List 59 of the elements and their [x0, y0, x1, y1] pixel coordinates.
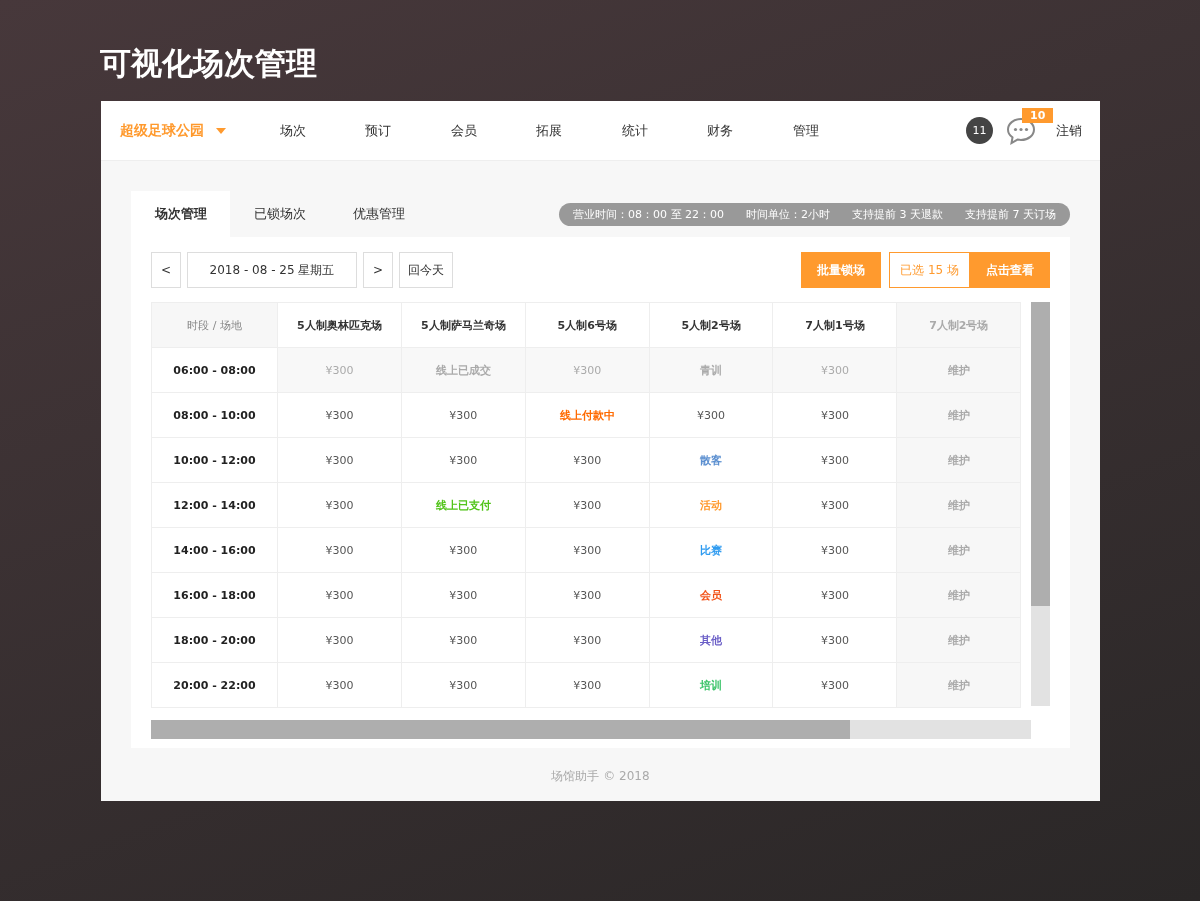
- price-cell[interactable]: ¥300: [525, 618, 650, 663]
- next-day-button[interactable]: >: [363, 252, 393, 288]
- price-cell[interactable]: ¥300: [401, 438, 526, 483]
- time-cell: 12:00 - 14:00: [152, 483, 278, 528]
- price-cell[interactable]: ¥300: [278, 438, 402, 483]
- nav-link[interactable]: 拓展: [506, 121, 592, 140]
- nav-link[interactable]: 财务: [677, 121, 763, 140]
- info-text: 时间单位：2小时: [746, 206, 830, 222]
- status-cell[interactable]: 散客: [649, 438, 774, 483]
- nav-link[interactable]: 预订: [335, 121, 421, 140]
- status-cell[interactable]: 其他: [649, 618, 774, 663]
- price-cell[interactable]: ¥300: [278, 618, 402, 663]
- tab[interactable]: 已锁场次: [230, 191, 329, 237]
- tab[interactable]: 优惠管理: [329, 191, 428, 237]
- price-cell[interactable]: ¥300: [525, 528, 650, 573]
- message-count-badge: 10: [1022, 107, 1054, 123]
- price-cell[interactable]: ¥300: [278, 528, 402, 573]
- nav-link[interactable]: 会员: [421, 121, 507, 140]
- info-text: 支持提前 3 天退款: [852, 206, 943, 222]
- column-header: 7人制2号场: [897, 303, 1022, 348]
- price-cell[interactable]: ¥300: [525, 438, 650, 483]
- tab[interactable]: 场次管理: [131, 191, 230, 237]
- selected-count: 已选 15 场: [889, 252, 970, 288]
- time-cell: 10:00 - 12:00: [152, 438, 278, 483]
- footer-text: 场馆助手 © 2018: [550, 768, 651, 785]
- info-text: 营业时间：08：00 至 22：00: [573, 206, 724, 222]
- price-cell[interactable]: ¥300: [278, 573, 402, 618]
- horizontal-scrollbar[interactable]: [151, 720, 1031, 739]
- time-cell: 18:00 - 20:00: [152, 618, 278, 663]
- caret-icon: [216, 127, 226, 134]
- price-cell[interactable]: ¥300: [525, 663, 650, 708]
- price-cell[interactable]: ¥300: [525, 483, 650, 528]
- column-header: 时段 / 场地: [152, 303, 278, 348]
- price-cell[interactable]: ¥300: [278, 663, 402, 708]
- page-title: 可视化场次管理: [100, 44, 318, 83]
- price-cell[interactable]: ¥300: [525, 573, 650, 618]
- time-cell: 08:00 - 10:00: [152, 393, 278, 438]
- previous-day-button[interactable]: <: [151, 252, 181, 288]
- price-cell[interactable]: ¥300: [401, 528, 526, 573]
- time-cell: 20:00 - 22:00: [152, 663, 278, 708]
- price-cell[interactable]: ¥300: [278, 393, 402, 438]
- nav-link[interactable]: 管理: [763, 121, 849, 140]
- price-cell[interactable]: ¥300: [401, 663, 526, 708]
- price-cell[interactable]: ¥300: [649, 393, 774, 438]
- info-text: 支持提前 7 天订场: [965, 206, 1056, 222]
- logout-link[interactable]: 注销: [1056, 121, 1082, 140]
- price-cell[interactable]: ¥300: [278, 483, 402, 528]
- price-cell[interactable]: ¥300: [401, 393, 526, 438]
- price-cell[interactable]: ¥300: [401, 618, 526, 663]
- user-count-badge[interactable]: 11: [966, 117, 993, 144]
- status-cell[interactable]: 会员: [649, 573, 774, 618]
- time-cell: 14:00 - 16:00: [152, 528, 278, 573]
- today-button[interactable]: 回今天: [399, 252, 453, 288]
- date-field[interactable]: 2018 - 08 - 25 星期五: [187, 252, 357, 288]
- nav-link[interactable]: 场次: [250, 121, 336, 140]
- vertical-scrollbar[interactable]: [1031, 302, 1050, 706]
- time-cell: 16:00 - 18:00: [152, 573, 278, 618]
- nav-link[interactable]: 统计: [592, 121, 678, 140]
- price-cell[interactable]: ¥300: [401, 573, 526, 618]
